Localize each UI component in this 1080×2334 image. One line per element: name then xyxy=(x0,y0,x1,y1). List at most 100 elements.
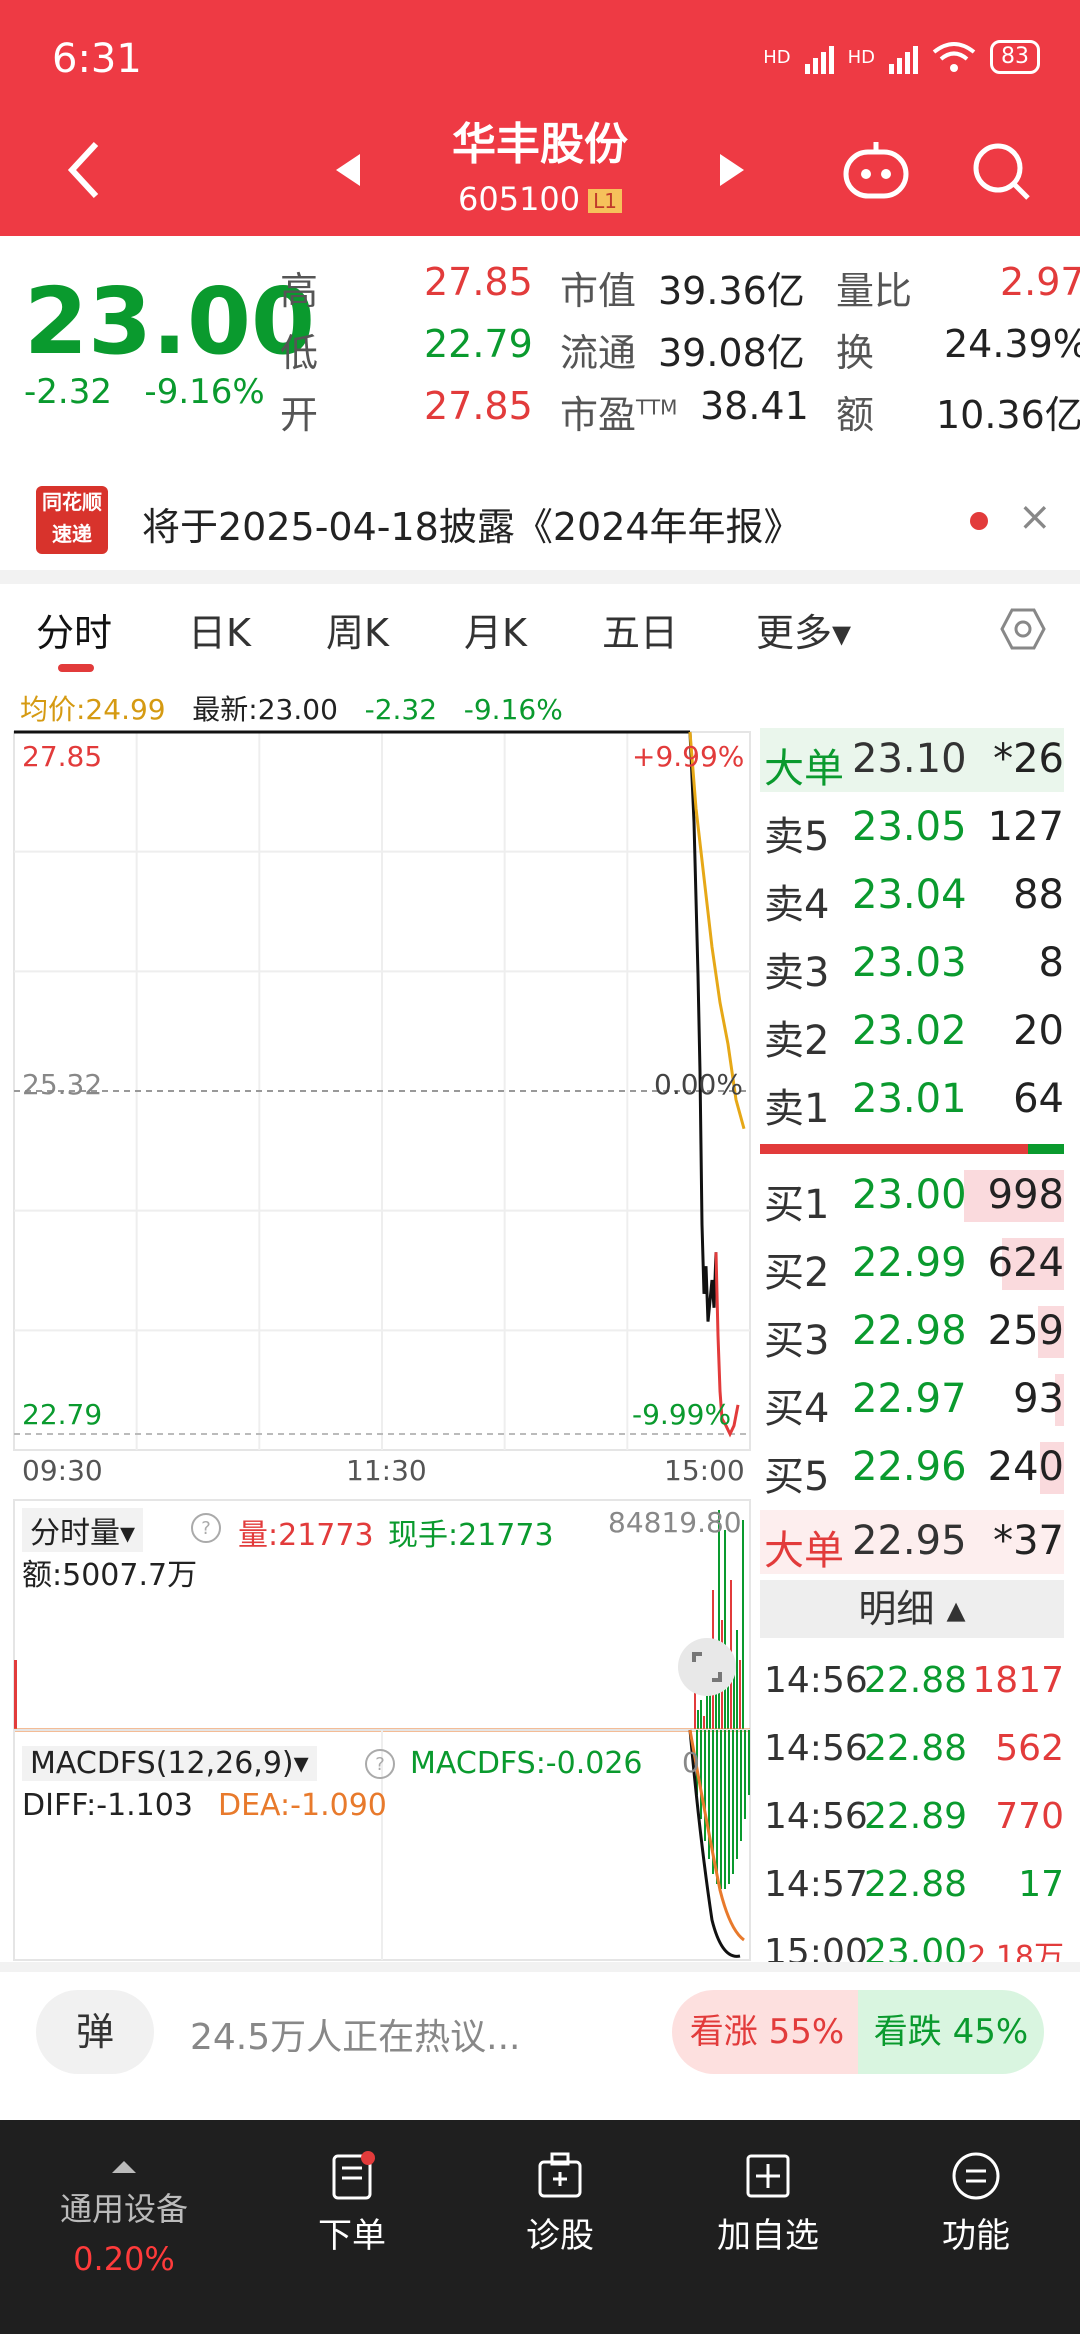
ask-row: 卖3 23.03 8 xyxy=(760,932,1064,996)
chart-settings-icon[interactable] xyxy=(1000,606,1046,652)
add-watchlist-icon xyxy=(746,2154,790,2198)
tab-five-day[interactable]: 五日 xyxy=(602,602,678,657)
macd-histogram-bar xyxy=(704,1730,706,1841)
close-icon[interactable]: × xyxy=(1018,494,1052,540)
tab-intraday[interactable]: 分时 xyxy=(36,602,112,657)
bid-row: 买2 22.99 624 xyxy=(760,1232,1064,1296)
tab-monthly-k[interactable]: 月K xyxy=(464,602,527,657)
vote-bearish-button[interactable]: 看跌 45% xyxy=(858,1990,1044,2074)
svg-text:?: ? xyxy=(201,1518,211,1539)
level-badge: L1 xyxy=(588,189,623,213)
book-ratio-bar xyxy=(760,1144,1064,1154)
ask-price: 23.03 xyxy=(852,940,967,986)
big-buy-vol: *37 xyxy=(993,1518,1064,1564)
nav-functions-label: 功能 xyxy=(942,2216,1010,2256)
tick-time: 14:56 xyxy=(764,1796,868,1837)
tab-weekly-k[interactable]: 周K xyxy=(326,602,389,657)
danmu-toggle-button[interactable]: 弹 xyxy=(36,1990,154,2074)
macd-histogram-bar xyxy=(744,1730,746,1819)
volume-max: 84819.80 xyxy=(608,1506,742,1539)
signal-icon xyxy=(804,40,834,74)
volume-bar-open xyxy=(14,1660,17,1730)
svg-text:?: ? xyxy=(375,1754,385,1775)
nav-diagnose[interactable]: 诊股 xyxy=(480,2150,640,2257)
tab-more[interactable]: 更多▾ xyxy=(756,602,851,657)
open-value: 27.85 xyxy=(424,384,533,428)
status-icons: HD HD 83 xyxy=(763,40,1040,74)
robot-assistant-icon[interactable] xyxy=(840,138,912,202)
time-mid-label: 11:30 xyxy=(346,1454,427,1487)
ask-price: 23.02 xyxy=(852,1008,967,1054)
ask-row: 卖1 23.01 64 xyxy=(760,1068,1064,1132)
volume-bar xyxy=(703,1716,705,1730)
tick-time: 14:56 xyxy=(764,1728,868,1769)
bid-label: 买1 xyxy=(764,1182,830,1228)
bid-label: 买2 xyxy=(764,1250,830,1296)
app-header: 6:31 HD HD 83 华丰股份 605100 L1 xyxy=(0,0,1080,236)
macd-histogram-bar xyxy=(716,1730,718,1884)
volume-bar xyxy=(697,1710,699,1730)
tick-row: 14:56 22.88 1817 xyxy=(760,1652,1064,1716)
macd-value: MACDFS:-0.026 xyxy=(410,1746,643,1781)
macd-histogram-bar xyxy=(732,1730,734,1874)
bid-row: 买3 22.98 259 xyxy=(760,1300,1064,1364)
pe-value: 38.41 xyxy=(700,384,809,428)
y-mid-label: 25.32 xyxy=(22,1068,103,1101)
menu-circle-icon xyxy=(952,2152,1000,2200)
next-stock-icon[interactable] xyxy=(718,152,746,188)
macd-histogram-bar xyxy=(700,1730,702,1819)
time-end-label: 15:00 xyxy=(664,1454,745,1487)
tab-daily-k[interactable]: 日K xyxy=(188,602,251,657)
help-icon-2[interactable]: ? xyxy=(364,1748,396,1780)
signal-icon-2 xyxy=(889,40,918,74)
nav-add-watchlist-label: 加自选 xyxy=(717,2216,819,2256)
logo-bottom: 速递 xyxy=(52,522,92,546)
search-icon[interactable] xyxy=(970,140,1034,204)
fullscreen-icon[interactable] xyxy=(676,1636,738,1698)
bid-label: 买4 xyxy=(764,1386,830,1432)
volratio-label: 量比 xyxy=(836,269,913,313)
change-percent: -9.16% xyxy=(144,372,265,412)
ask-row: 卖2 23.02 20 xyxy=(760,1000,1064,1064)
nav-functions[interactable]: 功能 xyxy=(896,2150,1056,2257)
float-label: 流通 xyxy=(560,331,637,375)
ask-price: 23.05 xyxy=(852,804,967,850)
status-time: 6:31 xyxy=(52,36,142,82)
tick-vol: 562 xyxy=(995,1728,1064,1769)
notice-text: 将于2025-04-18披露《2024年年报》 xyxy=(142,505,802,549)
nav-sector[interactable]: 通用设备 0.20% xyxy=(44,2144,204,2278)
sector-name: 通用设备 xyxy=(59,2190,188,2228)
bid-vol: 240 xyxy=(987,1444,1064,1490)
caret-up-icon xyxy=(112,2161,136,2173)
tick-time: 14:56 xyxy=(764,1660,868,1701)
discussion-count[interactable]: 24.5万人正在热议... xyxy=(190,2008,521,2060)
ask-vol: 127 xyxy=(987,804,1064,850)
bid-row: 买5 22.96 240 xyxy=(760,1436,1064,1500)
bid-label: 买5 xyxy=(764,1454,830,1500)
macd-histogram-bar xyxy=(720,1730,722,1889)
intraday-chart[interactable] xyxy=(0,720,760,1970)
turnover-label: 换 xyxy=(836,331,875,375)
nav-add-watchlist[interactable]: 加自选 xyxy=(688,2150,848,2257)
vote-bullish-button[interactable]: 看涨 55% xyxy=(672,1990,862,2074)
unread-dot xyxy=(970,512,988,530)
big-sell-order: 大单 23.10 *26 xyxy=(760,728,1064,792)
y-bot-label: 22.79 xyxy=(22,1398,103,1431)
big-sell-label: 大单 xyxy=(764,746,844,792)
macd-histogram-bar xyxy=(728,1730,730,1884)
sector-pct: 0.20% xyxy=(73,2240,175,2278)
ask-row: 卖5 23.05 127 xyxy=(760,796,1064,860)
tick-price: 22.88 xyxy=(864,1660,968,1701)
macd-histogram-bar xyxy=(736,1730,738,1859)
detail-toggle[interactable]: 明细 ▴ xyxy=(760,1580,1064,1638)
divider xyxy=(0,570,1080,584)
nav-order[interactable]: 下单 xyxy=(272,2150,432,2257)
y-top-label: 27.85 xyxy=(22,740,103,773)
ask-label: 卖3 xyxy=(764,950,830,996)
macd-indicator-select[interactable]: MACDFS(12,26,9)▾ xyxy=(22,1746,317,1781)
notice-bar[interactable]: 同花顺 速递 将于2025-04-18披露《2024年年报》 × xyxy=(0,470,1080,570)
bid-price: 22.96 xyxy=(852,1444,967,1490)
volume-indicator-select[interactable]: 分时量▾ xyxy=(22,1508,144,1552)
bid-label: 买3 xyxy=(764,1318,830,1364)
help-icon[interactable]: ? xyxy=(190,1512,222,1544)
